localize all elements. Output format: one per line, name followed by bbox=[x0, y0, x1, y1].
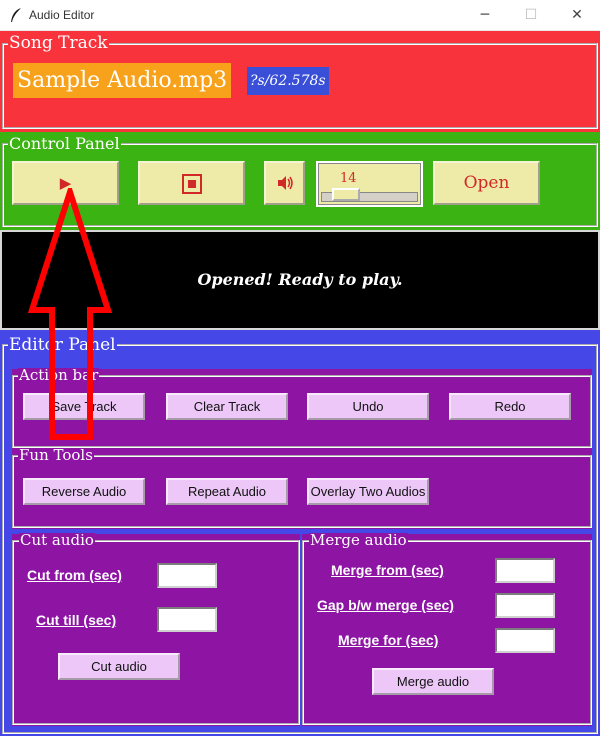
window-title: Audio Editor bbox=[29, 8, 95, 22]
merge-audio-button[interactable]: Merge audio bbox=[372, 668, 494, 695]
feather-icon bbox=[11, 8, 21, 22]
redo-button[interactable]: Redo bbox=[449, 393, 571, 420]
speaker-icon bbox=[278, 176, 293, 190]
merge-gap-label: Gap b/w merge (sec) bbox=[317, 597, 454, 613]
file-name-label: Sample Audio.mp3 bbox=[13, 63, 232, 98]
minimize-button[interactable]: ─ bbox=[462, 0, 508, 31]
volume-scale[interactable]: 14 bbox=[316, 161, 423, 207]
reverse-audio-button[interactable]: Reverse Audio bbox=[23, 478, 145, 505]
maximize-button[interactable]: ☐ bbox=[508, 0, 554, 31]
volume-button[interactable] bbox=[264, 161, 305, 205]
time-label: ?s/62.578s bbox=[247, 67, 329, 95]
cut-audio-title: Cut audio bbox=[19, 531, 95, 549]
save-track-button[interactable]: Save Track bbox=[23, 393, 145, 420]
clear-track-button[interactable]: Clear Track bbox=[166, 393, 288, 420]
merge-gap-input[interactable] bbox=[495, 593, 555, 618]
stop-button[interactable] bbox=[138, 161, 245, 205]
play-icon: ▶ bbox=[59, 174, 72, 192]
merge-audio-title: Merge audio bbox=[309, 531, 408, 549]
editor-panel-title: Editor Panel bbox=[8, 335, 117, 355]
cut-from-label: Cut from (sec) bbox=[27, 567, 122, 583]
volume-value: 14 bbox=[340, 171, 357, 186]
overlay-two-audios-button[interactable]: Overlay Two Audios bbox=[307, 478, 429, 505]
undo-button[interactable]: Undo bbox=[307, 393, 429, 420]
cut-till-input[interactable] bbox=[157, 607, 217, 632]
merge-from-label: Merge from (sec) bbox=[331, 562, 444, 578]
song-track-title: Song Track bbox=[8, 33, 109, 53]
stop-icon bbox=[182, 174, 202, 194]
merge-for-input[interactable] bbox=[495, 628, 555, 653]
cut-audio-button[interactable]: Cut audio bbox=[58, 653, 180, 680]
merge-from-input[interactable] bbox=[495, 558, 555, 583]
open-button[interactable]: Open bbox=[433, 161, 540, 205]
control-panel-title: Control Panel bbox=[8, 134, 121, 153]
volume-slider-handle[interactable] bbox=[332, 188, 360, 201]
repeat-audio-button[interactable]: Repeat Audio bbox=[166, 478, 288, 505]
action-bar-title: Action bar bbox=[18, 366, 100, 384]
play-button[interactable]: ▶ bbox=[12, 161, 119, 205]
status-message: Opened! Ready to play. bbox=[197, 270, 403, 289]
cut-from-input[interactable] bbox=[157, 563, 217, 588]
merge-for-label: Merge for (sec) bbox=[338, 632, 439, 648]
cut-till-label: Cut till (sec) bbox=[36, 612, 117, 628]
fun-tools-title: Fun Tools bbox=[18, 446, 94, 464]
close-button[interactable]: ✕ bbox=[554, 0, 600, 31]
